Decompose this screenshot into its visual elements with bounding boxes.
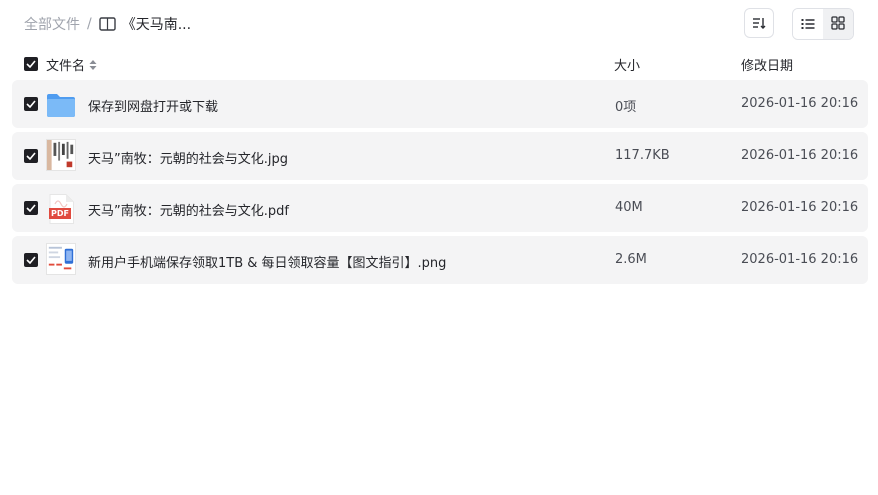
file-date: 2026-01-16 20:16 bbox=[741, 200, 859, 215]
breadcrumb-root[interactable]: 全部文件 bbox=[24, 14, 80, 34]
file-size: 2.6M bbox=[615, 252, 647, 267]
image-thumbnail bbox=[46, 243, 76, 275]
file-name: 保存到网盘打开或下载 bbox=[88, 100, 219, 115]
file-name: 天马”南牧：元朝的社会与文化.jpg bbox=[88, 152, 288, 167]
select-all-checkbox[interactable] bbox=[24, 57, 38, 71]
row-checkbox[interactable] bbox=[24, 201, 38, 215]
file-size: 40M bbox=[615, 200, 643, 215]
sort-toggle-icon bbox=[89, 59, 97, 70]
file-date: 2026-01-16 20:16 bbox=[741, 252, 859, 267]
file-size: 0项 bbox=[615, 100, 637, 115]
check-icon bbox=[26, 204, 36, 212]
view-toggle bbox=[792, 8, 854, 40]
file-name: 天马”南牧：元朝的社会与文化.pdf bbox=[88, 204, 289, 219]
file-date: 2026-01-16 20:16 bbox=[741, 96, 859, 111]
file-row[interactable]: 保存到网盘打开或下载 0项 2026-01-16 20:16 bbox=[12, 80, 868, 128]
name-column-header[interactable]: 文件名 bbox=[46, 55, 97, 74]
image-thumbnail bbox=[46, 139, 76, 171]
pdf-label: PDF bbox=[49, 208, 71, 219]
breadcrumb: 全部文件 / 《天马南... bbox=[24, 13, 191, 35]
check-icon bbox=[26, 60, 36, 68]
check-icon bbox=[26, 256, 36, 264]
breadcrumb-current: 《天马南... bbox=[121, 17, 192, 33]
sort-button[interactable] bbox=[744, 8, 774, 38]
grid-view-button[interactable] bbox=[823, 9, 853, 39]
name-header-label: 文件名 bbox=[46, 59, 86, 74]
row-checkbox[interactable] bbox=[24, 253, 38, 267]
row-checkbox[interactable] bbox=[24, 149, 38, 163]
list-view-button[interactable] bbox=[793, 9, 823, 39]
check-icon bbox=[26, 152, 36, 160]
sort-icon bbox=[752, 14, 766, 33]
file-row[interactable]: 新用户手机端保存领取1TB & 每日领取容量【图文指引】.png 2.6M 20… bbox=[12, 236, 868, 284]
pdf-icon: PDF bbox=[46, 194, 76, 224]
breadcrumb-separator: / bbox=[87, 16, 92, 32]
book-icon bbox=[99, 16, 117, 32]
row-checkbox[interactable] bbox=[24, 97, 38, 111]
top-bar: 全部文件 / 《天马南... bbox=[0, 0, 878, 48]
date-column-header: 修改日期 bbox=[741, 59, 794, 74]
file-row[interactable]: PDF 天马”南牧：元朝的社会与文化.pdf 40M 2026-01-16 20… bbox=[12, 184, 868, 232]
file-name: 新用户手机端保存领取1TB & 每日领取容量【图文指引】.png bbox=[88, 256, 447, 271]
file-list: 保存到网盘打开或下载 0项 2026-01-16 20:16 天马”南牧：元朝的… bbox=[12, 80, 868, 288]
file-date: 2026-01-16 20:16 bbox=[741, 148, 859, 163]
check-icon bbox=[26, 100, 36, 108]
grid-view-icon bbox=[831, 15, 845, 34]
folder-icon bbox=[46, 90, 76, 120]
list-header: 文件名 大小 修改日期 bbox=[12, 50, 868, 78]
size-column-header: 大小 bbox=[614, 59, 641, 74]
file-size: 117.7KB bbox=[615, 148, 670, 163]
file-row[interactable]: 天马”南牧：元朝的社会与文化.jpg 117.7KB 2026-01-16 20… bbox=[12, 132, 868, 180]
list-view-icon bbox=[801, 15, 815, 34]
